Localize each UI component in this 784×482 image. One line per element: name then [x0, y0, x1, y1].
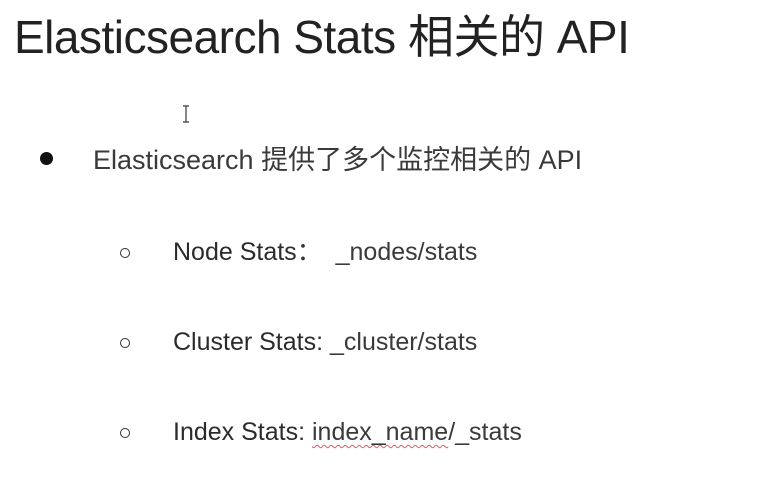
list-item-cluster-stats: Cluster Stats: _cluster/stats [173, 326, 477, 358]
text-cursor-icon [183, 105, 189, 123]
item-label: Cluster Stats [173, 328, 317, 356]
item-value-spellcheck: index_name [311, 418, 449, 446]
item-separator: ： [296, 238, 322, 266]
item-label: Index Stats [173, 418, 299, 446]
item-separator: : [298, 418, 312, 446]
main-bullet-text: Elasticsearch 提供了多个监控相关的 API [93, 145, 583, 175]
slide-title: Elasticsearch Stats 相关的 API [14, 11, 630, 63]
hollow-circle-bullet-icon [120, 248, 130, 258]
item-value: _nodes/stats [335, 238, 478, 266]
item-separator: : [316, 328, 331, 356]
list-item-node-stats: Node Stats： _nodes/stats [173, 236, 477, 268]
list-item-index-stats: Index Stats: index_name/_stats [173, 416, 522, 448]
hollow-circle-bullet-icon [120, 428, 130, 438]
filled-circle-bullet-icon [40, 152, 53, 165]
item-value: _cluster/stats [330, 328, 478, 356]
item-value-rest: /_stats [448, 418, 522, 446]
slide: Elasticsearch Stats 相关的 API Elasticsearc… [0, 0, 784, 482]
hollow-circle-bullet-icon [120, 338, 130, 348]
item-label: Node Stats [173, 238, 297, 266]
